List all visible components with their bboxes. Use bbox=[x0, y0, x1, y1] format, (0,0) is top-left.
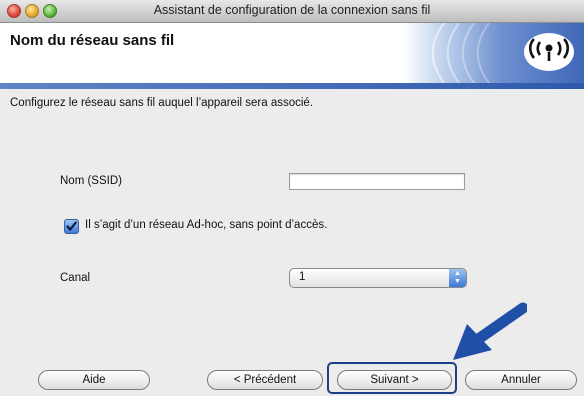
page-title: Nom du réseau sans fil bbox=[10, 32, 175, 49]
title-bar[interactable]: Assistant de configuration de la connexi… bbox=[0, 0, 584, 23]
channel-select-value: 1 bbox=[299, 271, 306, 283]
cancel-button[interactable]: Annuler bbox=[465, 370, 577, 390]
wifi-icon bbox=[520, 28, 578, 81]
previous-button[interactable]: < Précédent bbox=[207, 370, 323, 390]
adhoc-checkbox-label[interactable]: Il s’agit d’un réseau Ad-hoc, sans point… bbox=[85, 219, 327, 231]
pointer-arrow-icon bbox=[437, 302, 529, 367]
channel-select[interactable]: 1 ▲ ▼ bbox=[289, 268, 467, 288]
wizard-window: Assistant de configuration de la connexi… bbox=[0, 0, 584, 396]
up-down-arrows-icon: ▲ ▼ bbox=[449, 269, 466, 287]
channel-label: Canal bbox=[60, 272, 91, 284]
header-divider bbox=[0, 83, 584, 89]
adhoc-checkbox[interactable] bbox=[64, 219, 79, 234]
next-button[interactable]: Suivant > bbox=[337, 370, 452, 390]
checkmark-icon bbox=[66, 221, 77, 231]
ssid-input[interactable] bbox=[289, 173, 465, 190]
help-button[interactable]: Aide bbox=[38, 370, 150, 390]
instruction-text: Configurez le réseau sans fil auquel l’a… bbox=[10, 97, 314, 109]
header-band: Nom du réseau sans fil bbox=[0, 23, 584, 83]
window-title: Assistant de configuration de la connexi… bbox=[153, 3, 431, 17]
ssid-label: Nom (SSID) bbox=[60, 175, 122, 187]
